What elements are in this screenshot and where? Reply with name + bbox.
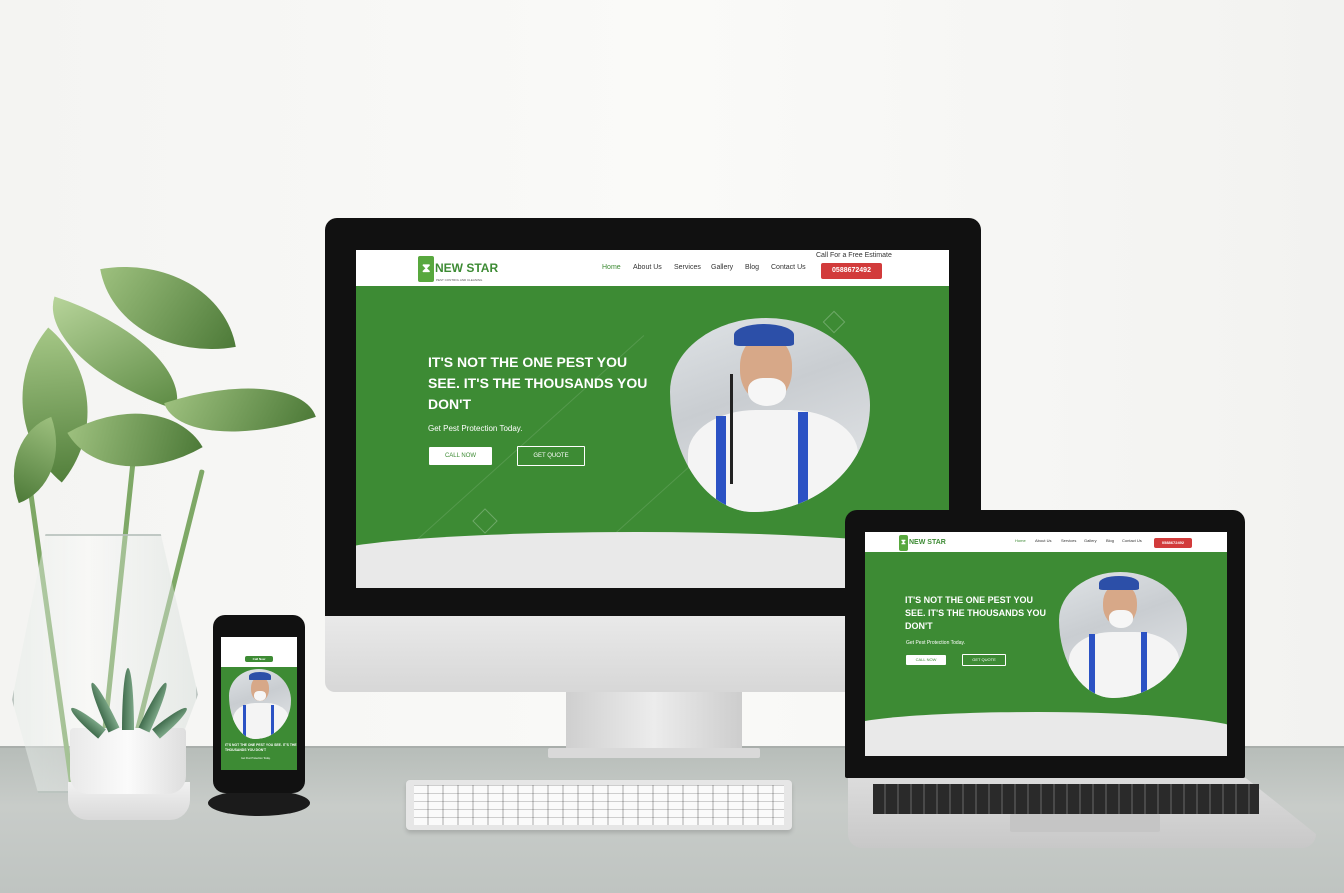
brand-logo-icon[interactable]: ⧗	[418, 256, 434, 282]
brand-tagline: PEST CONTROL AND CLEANING	[436, 278, 483, 282]
laptop-keyboard	[873, 784, 1259, 814]
nav-contact-us[interactable]: Contact Us	[771, 264, 806, 271]
site-navbar: ⧗ NEW STAR Home About Us Services Galler…	[865, 532, 1227, 554]
hero-headline: IT'S NOT THE ONE PEST YOU SEE. IT'S THE …	[225, 743, 297, 752]
hero-section: IT'S NOT THE ONE PEST YOU SEE. IT'S THE …	[221, 667, 297, 770]
succulent-pot	[70, 728, 186, 794]
nav-blog[interactable]: Blog	[745, 264, 759, 271]
hero-deco-diamond	[472, 508, 498, 534]
monitor-stand	[566, 690, 742, 752]
hero-section: IT'S NOT THE ONE PEST YOU SEE. IT'S THE …	[865, 552, 1227, 756]
nav-about-us[interactable]: About Us	[1035, 538, 1051, 543]
nav-home[interactable]: Home	[1015, 538, 1026, 543]
hero-subheadline: Get Pest Protection Today.	[428, 424, 523, 433]
phone-stand	[208, 790, 310, 816]
mobile-website-screen: Call Now IT'S NOT THE ONE PEST YOU SEE. …	[221, 637, 297, 770]
nav-gallery[interactable]: Gallery	[711, 264, 733, 271]
mobile-call-button[interactable]: Call Now	[245, 656, 273, 662]
brand-logo-icon[interactable]: ⧗	[899, 535, 908, 551]
hero-worker-image	[229, 669, 291, 739]
keyboard-keys	[414, 785, 784, 825]
nav-about-us[interactable]: About Us	[633, 264, 662, 271]
phone-number-button[interactable]: 0588672492	[1154, 538, 1192, 548]
brand-name[interactable]: NEW STAR	[435, 261, 498, 275]
nav-blog[interactable]: Blog	[1106, 538, 1114, 543]
keyboard	[406, 780, 792, 830]
hero-worker-image	[670, 318, 870, 512]
brand-name[interactable]: NEW STAR	[909, 539, 946, 546]
nav-services[interactable]: Services	[674, 264, 701, 271]
site-navbar: Call Now	[221, 637, 297, 667]
hero-worker-image	[1059, 572, 1187, 698]
nav-contact-us[interactable]: Contact Us	[1122, 538, 1142, 543]
hero-headline: IT'S NOT THE ONE PEST YOU SEE. IT'S THE …	[428, 354, 648, 412]
pest-technician-photo	[229, 669, 291, 739]
call-now-button[interactable]: CALL NOW	[429, 447, 492, 465]
hero-wave	[865, 712, 1227, 756]
hero-subheadline: Get Pest Protection Today.	[906, 640, 966, 646]
laptop-trackpad	[1010, 814, 1160, 832]
hero-subheadline: Get Pest Protection Today.	[241, 757, 271, 760]
site-navbar: ⧗ NEW STAR PEST CONTROL AND CLEANING Hom…	[356, 250, 949, 288]
nav-services[interactable]: Services	[1061, 538, 1076, 543]
laptop-website-screen: ⧗ NEW STAR Home About Us Services Galler…	[865, 532, 1227, 756]
get-quote-button[interactable]: GET QUOTE	[962, 654, 1006, 666]
free-estimate-label: Call For a Free Estimate	[816, 252, 892, 259]
call-now-button[interactable]: CALL NOW	[906, 655, 946, 665]
get-quote-button[interactable]: GET QUOTE	[517, 446, 585, 466]
phone-number-button[interactable]: 0588672492	[821, 263, 882, 279]
monitor-foot	[548, 748, 760, 758]
nav-gallery[interactable]: Gallery	[1084, 538, 1097, 543]
pest-technician-photo	[1059, 572, 1187, 698]
pest-technician-photo	[670, 318, 870, 512]
hero-headline: IT'S NOT THE ONE PEST YOU SEE. IT'S THE …	[905, 595, 1046, 631]
nav-home[interactable]: Home	[602, 264, 621, 271]
